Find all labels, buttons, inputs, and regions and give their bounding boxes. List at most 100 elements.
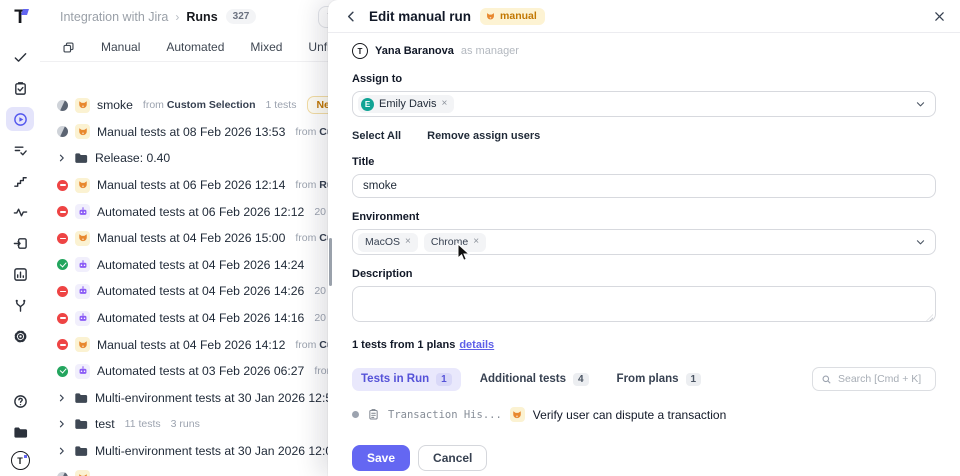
chevron-right-icon[interactable]: [57, 393, 67, 403]
search-icon: [821, 374, 832, 385]
breadcrumb-current[interactable]: Runs: [186, 10, 217, 24]
tab-label: Tests in Run: [361, 373, 429, 385]
sidebar-item-stairs[interactable]: [6, 169, 34, 193]
environment-chip[interactable]: Chrome ×: [424, 233, 486, 252]
sidebar-item-import[interactable]: [6, 231, 34, 255]
runs-count-badge: 327: [226, 9, 257, 24]
run-status-failed-icon: [57, 206, 68, 217]
run-status-progress-icon: [57, 126, 68, 137]
select-all-button[interactable]: Select All: [352, 130, 401, 142]
folder-icon: [74, 417, 88, 431]
sidebar-item-bar-chart[interactable]: [6, 262, 34, 286]
app-logo-icon[interactable]: T: [14, 8, 26, 27]
fox-manual-icon: [75, 178, 90, 193]
sidebar-item-play-circle[interactable]: [6, 107, 34, 131]
remove-user-icon[interactable]: ×: [441, 99, 447, 109]
edit-run-drawer: Edit manual run manual T Yana Baranova a…: [328, 0, 960, 476]
drawer-tabs: Tests in Run 1 Additional tests 4 From p…: [352, 367, 936, 391]
runs-tab-mixed[interactable]: Mixed: [250, 40, 282, 54]
sidebar-item-gear[interactable]: [6, 324, 34, 348]
check-icon: [13, 50, 28, 65]
remove-assign-users-button[interactable]: Remove assign users: [427, 130, 540, 142]
runs-tab-automated[interactable]: Automated: [166, 40, 224, 54]
summary-text: 1 tests from 1 plans: [352, 339, 455, 351]
tests-search-input[interactable]: [838, 373, 927, 385]
folder-icon: [74, 444, 88, 458]
environment-name: Chrome: [431, 236, 468, 248]
fox-manual-icon: [75, 231, 90, 246]
test-row[interactable]: Transaction His... Verify user can dispu…: [352, 407, 936, 422]
description-textarea[interactable]: [352, 286, 936, 322]
run-title: Manual tests at 04 Feb 2026 15:00: [97, 231, 285, 245]
environment-select[interactable]: MacOS × Chrome ×: [352, 229, 936, 255]
chevron-down-icon[interactable]: [915, 237, 926, 248]
test-title: Verify user can dispute a transaction: [533, 408, 726, 422]
folder-dark-icon: [13, 425, 28, 440]
run-title: test: [95, 417, 115, 431]
sidebar-item-list-check[interactable]: [6, 138, 34, 162]
play-circle-icon: [13, 112, 28, 127]
chevron-right-icon[interactable]: [57, 153, 67, 163]
tab-label: From plans: [617, 373, 679, 385]
drawer-body: T Yana Baranova as manager Assign to E E…: [328, 33, 960, 476]
drawer-tab-tests-in-run[interactable]: Tests in Run 1: [352, 368, 461, 391]
remove-environment-icon[interactable]: ×: [473, 237, 479, 247]
cancel-button[interactable]: Cancel: [418, 445, 487, 471]
drawer-title: Edit manual run: [369, 9, 471, 24]
chevron-down-icon[interactable]: [915, 99, 926, 110]
run-tests-count: 1 tests: [266, 99, 297, 111]
folder-icon: [74, 391, 88, 405]
save-button[interactable]: Save: [352, 445, 410, 471]
breadcrumb-parent[interactable]: Integration with Jira: [60, 10, 168, 24]
workspace-avatar[interactable]: T: [11, 451, 30, 470]
robot-automated-icon: [75, 364, 90, 379]
sidebar-item-folder-dark[interactable]: [6, 420, 34, 444]
drawer-tab-from-plans[interactable]: From plans 1: [608, 368, 711, 391]
remove-environment-icon[interactable]: ×: [405, 237, 411, 247]
folder-icon: [74, 151, 88, 165]
drawer-tab-additional-tests[interactable]: Additional tests 4: [471, 368, 598, 391]
tab-count-badge: 4: [573, 373, 589, 386]
manager-avatar: T: [352, 43, 368, 59]
run-title: Manual tests at 04 Feb 2026 14:12: [97, 338, 285, 352]
title-label: Title: [352, 156, 936, 168]
assigned-user-chip[interactable]: E Emily Davis ×: [358, 95, 454, 113]
run-from: from Custom Selection: [143, 99, 256, 111]
run-status-passed-icon: [57, 366, 68, 377]
run-type-label: manual: [500, 10, 537, 22]
manager-name: Yana Baranova: [375, 45, 454, 57]
runs-tab-manual[interactable]: Manual: [101, 40, 140, 54]
title-input[interactable]: [352, 174, 936, 198]
assign-select[interactable]: E Emily Davis ×: [352, 91, 936, 117]
back-button[interactable]: [344, 9, 359, 24]
run-status-failed-icon: [57, 313, 68, 324]
close-button[interactable]: [933, 10, 946, 23]
tab-label: Additional tests: [480, 373, 566, 385]
sidebar-item-branch[interactable]: [6, 293, 34, 317]
tab-count-badge: 1: [436, 373, 452, 386]
layers-icon: [62, 41, 75, 54]
list-scrollbar-thumb[interactable]: [329, 238, 332, 286]
user-avatar: E: [361, 98, 374, 111]
fox-icon: [485, 11, 496, 22]
sidebar-item-help[interactable]: [6, 389, 34, 413]
app-window: T T Integration with Jira › Runs 327 ×: [0, 0, 960, 476]
drawer-header: Edit manual run manual: [328, 0, 960, 33]
breadcrumb-separator: ›: [175, 10, 179, 24]
all-runs-tab[interactable]: [62, 41, 75, 54]
run-status-failed-icon: [57, 180, 68, 191]
tests-search-box[interactable]: [812, 367, 936, 391]
run-status-progress-icon: [57, 472, 68, 476]
sidebar-item-pulse[interactable]: [6, 200, 34, 224]
stairs-icon: [13, 174, 28, 189]
tab-count-badge: 1: [686, 373, 702, 386]
chevron-right-icon[interactable]: [57, 446, 67, 456]
robot-automated-icon: [75, 311, 90, 326]
drawer-footer: Save Cancel: [352, 445, 487, 471]
robot-automated-icon: [75, 257, 90, 272]
environment-chip[interactable]: MacOS ×: [358, 233, 418, 252]
sidebar-item-clipboard-check[interactable]: [6, 76, 34, 100]
details-link[interactable]: details: [459, 339, 494, 351]
chevron-right-icon[interactable]: [57, 419, 67, 429]
sidebar-item-check[interactable]: [6, 45, 34, 69]
